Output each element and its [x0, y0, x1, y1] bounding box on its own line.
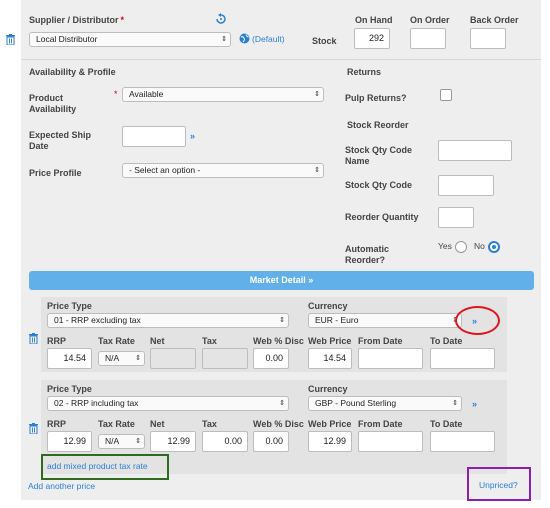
- no-label: No: [474, 241, 485, 251]
- to-date-label: To Date: [430, 419, 463, 429]
- supplier-select[interactable]: Local Distributor ⇕: [29, 32, 231, 47]
- pulp-returns-checkbox[interactable]: [440, 89, 452, 101]
- rrp-label: RRP: [47, 419, 67, 429]
- section-divider: [21, 59, 541, 60]
- highlight-box-annotation: [467, 467, 531, 501]
- globe-icon: [239, 33, 250, 44]
- chevron-down-icon: »: [308, 275, 314, 285]
- web-price-label: Web Price: [308, 419, 352, 429]
- expected-ship-input[interactable]: [122, 126, 186, 147]
- web-disc-input[interactable]: 0.00: [253, 348, 289, 369]
- product-availability-select[interactable]: Available ⇕: [122, 87, 324, 102]
- web-price-input[interactable]: 12.99: [308, 431, 352, 452]
- delete-price-1-icon[interactable]: [29, 333, 38, 344]
- select-arrows-icon: ⇕: [279, 400, 285, 407]
- expected-ship-label: Expected Ship Date: [29, 130, 92, 151]
- to-date-input[interactable]: [430, 348, 495, 369]
- select-arrows-icon: ⇕: [314, 167, 320, 174]
- select-arrows-icon: ⇕: [314, 91, 320, 98]
- web-disc-label: Web % Disc: [253, 336, 304, 346]
- from-date-input[interactable]: [358, 348, 423, 369]
- stock-qty-code-input[interactable]: [438, 175, 494, 196]
- tax-rate-select[interactable]: N/A ⇕: [98, 351, 145, 366]
- stock-label: Stock: [312, 36, 337, 46]
- stock-qty-code-label: Stock Qty Code: [345, 180, 413, 190]
- price-type-label: Price Type: [47, 301, 92, 311]
- price-profile-select[interactable]: - Select an option - ⇕: [122, 163, 324, 178]
- availability-section-title: Availability & Profile: [29, 67, 116, 77]
- automatic-reorder-label: Automatic Reorder?: [345, 244, 390, 265]
- price-type-select[interactable]: 01 - RRP excluding tax ⇕: [47, 313, 289, 328]
- reorder-quantity-label: Reorder Quantity: [345, 212, 419, 222]
- reset-icon[interactable]: [215, 13, 227, 25]
- select-arrows-icon: ⇕: [221, 36, 227, 43]
- tax-rate-select[interactable]: N/A ⇕: [98, 434, 145, 449]
- on-order-input[interactable]: [410, 28, 446, 49]
- delete-price-2-icon[interactable]: [29, 423, 38, 434]
- on-hand-label: On Hand: [355, 15, 393, 25]
- yes-label: Yes: [438, 241, 452, 251]
- currency-label: Currency: [308, 384, 348, 394]
- web-disc-label: Web % Disc: [253, 419, 304, 429]
- reorder-quantity-input[interactable]: [438, 207, 474, 228]
- default-link[interactable]: (Default): [252, 34, 285, 44]
- market-detail-toggle[interactable]: Market Detail »: [29, 271, 534, 290]
- tax-rate-label: Tax Rate: [98, 419, 135, 429]
- web-price-input[interactable]: 14.54: [308, 348, 352, 369]
- tax-label: Tax: [202, 419, 217, 429]
- stock-qty-code-name-label: Stock Qty Code Name: [345, 145, 413, 166]
- currency-select[interactable]: EUR - Euro ⇕: [308, 313, 462, 328]
- from-date-label: From Date: [358, 336, 403, 346]
- net-label: Net: [150, 336, 165, 346]
- select-arrows-icon: ⇕: [452, 400, 458, 407]
- highlight-box-annotation: [41, 454, 169, 480]
- tax-label: Tax: [202, 336, 217, 346]
- currency-label: Currency: [308, 301, 348, 311]
- stock-reorder-section-title: Stock Reorder: [347, 120, 409, 130]
- tax-input[interactable]: 0.00: [202, 431, 248, 452]
- rrp-input[interactable]: 14.54: [47, 348, 92, 369]
- from-date-input[interactable]: [358, 431, 423, 452]
- web-disc-input[interactable]: 0.00: [253, 431, 289, 452]
- add-another-price-link[interactable]: Add another price: [28, 481, 95, 491]
- required-mark: *: [114, 89, 118, 99]
- supplier-label: Supplier / Distributor *: [29, 15, 125, 25]
- to-date-label: To Date: [430, 336, 463, 346]
- net-label: Net: [150, 419, 165, 429]
- price-profile-label: Price Profile: [29, 168, 82, 178]
- select-arrows-icon: ⇕: [135, 355, 141, 362]
- expand-currency-chevron-icon[interactable]: »: [472, 399, 477, 409]
- back-order-input[interactable]: [470, 28, 506, 49]
- select-arrows-icon: ⇕: [135, 438, 141, 445]
- stock-qty-code-name-input[interactable]: [438, 140, 512, 161]
- highlight-circle-annotation: [455, 306, 500, 335]
- tax-input: [202, 348, 248, 369]
- select-arrows-icon: ⇕: [279, 317, 285, 324]
- tax-rate-label: Tax Rate: [98, 336, 135, 346]
- net-input: [150, 348, 196, 369]
- pulp-returns-label: Pulp Returns?: [345, 93, 407, 103]
- from-date-label: From Date: [358, 419, 403, 429]
- to-date-input[interactable]: [430, 431, 495, 452]
- rrp-label: RRP: [47, 336, 67, 346]
- price-type-label: Price Type: [47, 384, 92, 394]
- product-availability-label: Product Availability: [29, 93, 77, 114]
- returns-section-title: Returns: [347, 67, 382, 77]
- auto-reorder-yes-radio[interactable]: [455, 241, 467, 253]
- net-input[interactable]: 12.99: [150, 431, 196, 452]
- expand-chevron-icon[interactable]: »: [190, 131, 195, 141]
- on-order-label: On Order: [410, 15, 450, 25]
- back-order-label: Back Order: [470, 15, 519, 25]
- web-price-label: Web Price: [308, 336, 352, 346]
- on-hand-input[interactable]: 292: [354, 28, 390, 49]
- price-type-select[interactable]: 02 - RRP including tax ⇕: [47, 396, 289, 411]
- delete-supplier-icon[interactable]: [6, 34, 15, 45]
- currency-select[interactable]: GBP - Pound Sterling ⇕: [308, 396, 462, 411]
- rrp-input[interactable]: 12.99: [47, 431, 92, 452]
- auto-reorder-no-radio[interactable]: [488, 241, 500, 253]
